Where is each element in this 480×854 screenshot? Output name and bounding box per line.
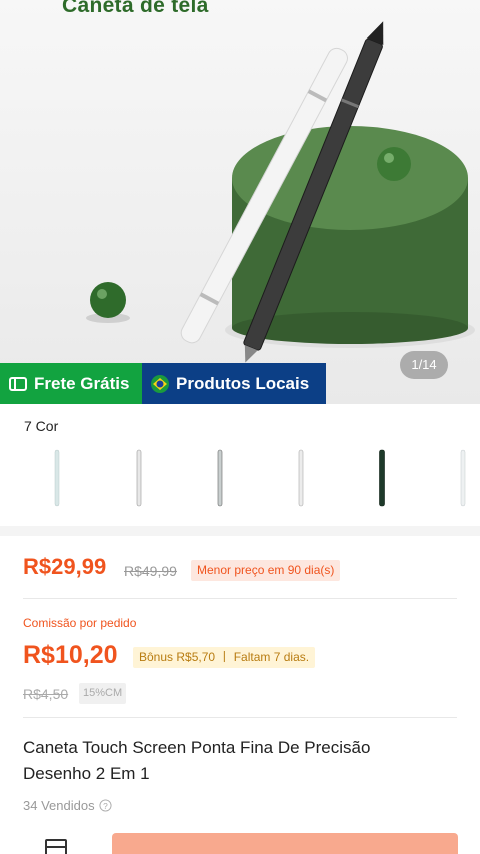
original-price: R$49,99	[124, 563, 177, 579]
bonus-badge: Bônus R$5,70 丨 Faltam 7 dias.	[133, 647, 316, 668]
primary-action-button[interactable]	[112, 833, 458, 854]
commission-label: Comissão por pedido	[23, 616, 137, 630]
color-swatch-3[interactable]	[215, 446, 225, 510]
help-icon[interactable]: ?	[99, 799, 112, 812]
svg-text:?: ?	[103, 801, 108, 811]
lowest-price-badge: Menor preço em 90 dia(s)	[191, 560, 341, 581]
price: R$29,99	[23, 554, 107, 579]
free-shipping-label: Frete Grátis	[34, 373, 130, 393]
image-pager: 1/14	[400, 351, 448, 379]
ticket-icon	[9, 376, 27, 391]
section-divider	[0, 526, 480, 536]
color-swatch-list	[0, 446, 480, 516]
product-title: Caneta Touch Screen Ponta Fina De Precis…	[23, 738, 371, 783]
commission-percent-badge: 15%CM	[79, 683, 127, 704]
color-swatch-4[interactable]	[296, 446, 306, 510]
color-swatch-2[interactable]	[134, 446, 144, 510]
free-shipping-badge: Frete Grátis	[0, 363, 142, 404]
divider	[23, 598, 457, 599]
color-count-label: 7 Cor	[24, 418, 59, 434]
local-products-label: Produtos Locais	[176, 373, 310, 393]
color-swatch-1[interactable]	[52, 446, 62, 510]
original-commission: R$4,50	[23, 686, 69, 702]
divider	[23, 717, 457, 718]
commission-value: R$10,20	[23, 641, 118, 669]
product-image-carousel[interactable]: Caneta de tela 1/14	[0, 0, 480, 404]
sold-count-label: 34 Vendidos	[23, 798, 95, 813]
color-swatch-6[interactable]	[458, 446, 468, 510]
color-swatch-5[interactable]	[377, 446, 387, 510]
local-products-badge: Produtos Locais	[142, 363, 326, 404]
store-icon[interactable]	[44, 838, 68, 854]
sold-count: 34 Vendidos ?	[23, 798, 112, 813]
brazil-flag-icon	[151, 374, 169, 393]
product-image	[86, 21, 475, 363]
